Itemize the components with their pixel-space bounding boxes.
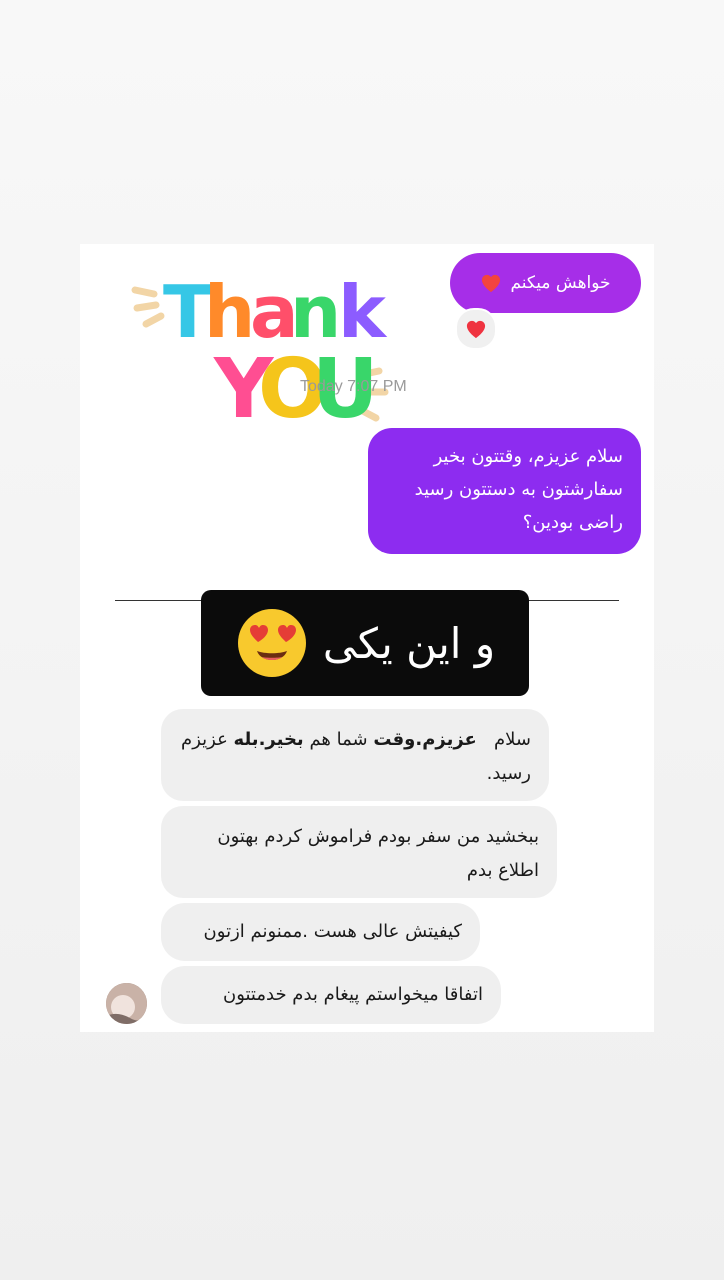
incoming-message-bubble: اتفاقا میخواستم پیغام بدم خدمتتون (161, 966, 501, 1024)
outgoing-reply-bubble: خواهش میکنم (450, 253, 641, 313)
message-fragment: بله (233, 729, 259, 750)
incoming-message-bubble: سلام عزیزم.وقت شما هم بخیر.بله عزیزم رسی… (161, 709, 549, 801)
message-line: ببخشید من سفر بودم فراموش کردم بهتون (217, 826, 539, 847)
message-line: سفارشتون به دستتون رسید (414, 479, 623, 500)
avatar-image-icon (106, 983, 147, 1024)
incoming-message-bubble: ببخشید من سفر بودم فراموش کردم بهتون اطل… (161, 806, 557, 898)
outgoing-message-bubble: سلام عزیزم، وقتتون بخیر سفارشتون به دستت… (368, 428, 641, 554)
thank-you-sticker: T h a n k Y O U (131, 270, 389, 430)
message-fragment: بخیر. (258, 729, 304, 750)
message-line: سلام عزیزم، وقتتون بخیر (433, 446, 623, 467)
message-fragment: سلام (494, 729, 531, 750)
avatar[interactable] (106, 983, 147, 1024)
heart-icon (466, 320, 486, 339)
message-timestamp: Today 7:07 PM (300, 378, 407, 395)
message-fragment: وقت (373, 729, 416, 750)
reply-text: خواهش میکنم (510, 273, 611, 293)
message-line: راضی بودین؟ (522, 512, 623, 533)
message-fragment: عزیزم (181, 729, 228, 750)
message-fragment: عزیزم. (415, 729, 477, 750)
divider-banner: و این یکی (201, 590, 529, 696)
message-line: کیفیتش عالی هست .ممنونم ازتون (203, 921, 462, 942)
divider-right-line (529, 600, 619, 601)
message-line: اطلاع بدم (466, 860, 539, 881)
heart-eyes-emoji-icon (237, 609, 306, 677)
message-line: رسید. (486, 763, 531, 784)
divider-text: و این یکی (322, 618, 496, 668)
incoming-message-bubble: کیفیتش عالی هست .ممنونم ازتون (161, 903, 480, 961)
heart-icon (482, 274, 501, 293)
message-fragment: شما هم (309, 729, 368, 750)
message-line: اتفاقا میخواستم پیغام بدم خدمتتون (222, 984, 483, 1005)
message-reaction[interactable] (455, 308, 497, 350)
divider-left-line (115, 600, 201, 601)
